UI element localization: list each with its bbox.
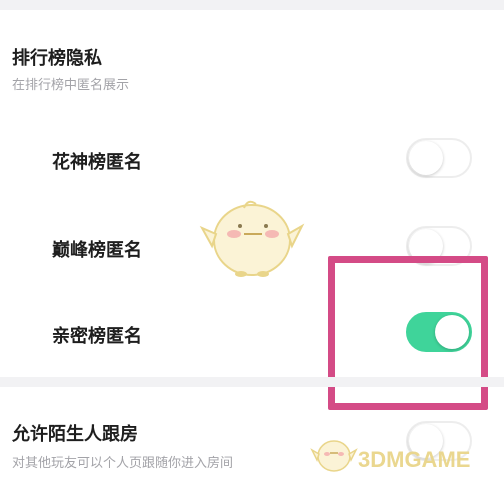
ranking-privacy-subtitle: 在排行榜中匿名展示 (12, 78, 130, 93)
watermark-chick-icon (310, 440, 358, 472)
chick-mascot-icon (199, 200, 305, 277)
toggle-knob (409, 141, 443, 175)
section-divider (0, 377, 504, 387)
top-divider (0, 0, 504, 10)
flower-rank-anon-label: 花神榜匿名 (52, 152, 142, 173)
ranking-privacy-title: 排行榜隐私 (12, 48, 102, 69)
allow-follow-title: 允许陌生人跟房 (12, 424, 138, 445)
intimate-rank-anon-label: 亲密榜匿名 (52, 326, 142, 347)
allow-follow-subtitle: 对其他玩友可以个人页跟随你进入房间 (12, 456, 234, 471)
flower-rank-anon-toggle[interactable] (406, 138, 472, 178)
peak-rank-anon-label: 巅峰榜匿名 (52, 240, 142, 261)
watermark-text: 3DMGAME (358, 447, 471, 472)
